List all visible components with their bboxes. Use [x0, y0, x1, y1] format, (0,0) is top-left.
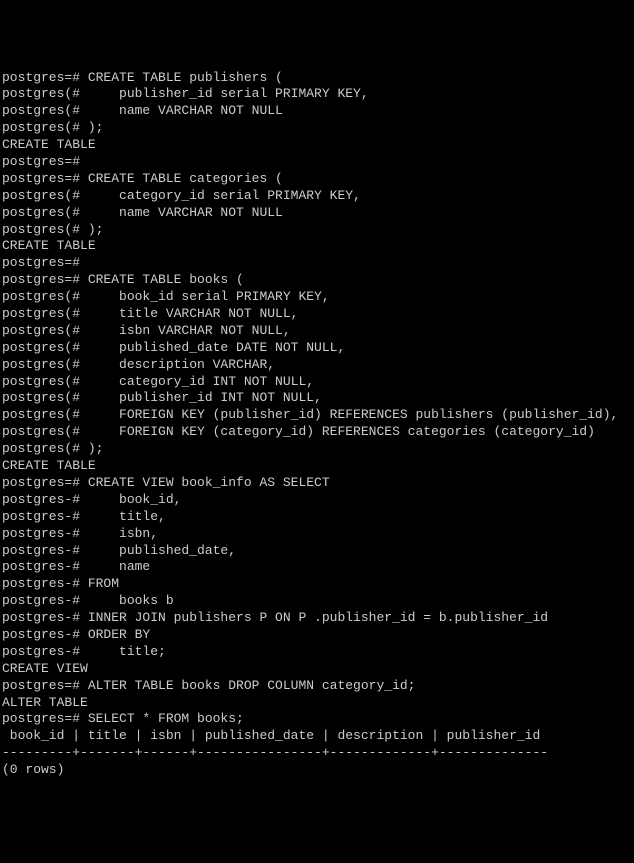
terminal-line: (0 rows)	[2, 762, 632, 779]
terminal-line: postgres=# ALTER TABLE books DROP COLUMN…	[2, 678, 632, 695]
terminal-line: postgres=# CREATE TABLE books (	[2, 272, 632, 289]
terminal-line: book_id | title | isbn | published_date …	[2, 728, 632, 745]
terminal-line: postgres(# name VARCHAR NOT NULL	[2, 205, 632, 222]
terminal-line: postgres=# CREATE TABLE publishers (	[2, 70, 632, 87]
terminal-line: postgres(# FOREIGN KEY (category_id) REF…	[2, 424, 632, 441]
terminal-line: postgres-# isbn,	[2, 526, 632, 543]
terminal-line: postgres=#	[2, 154, 632, 171]
terminal-line: postgres(# published_date DATE NOT NULL,	[2, 340, 632, 357]
terminal-line: postgres(# category_id serial PRIMARY KE…	[2, 188, 632, 205]
terminal-line: postgres-# FROM	[2, 576, 632, 593]
terminal-line: postgres(# publisher_id serial PRIMARY K…	[2, 86, 632, 103]
terminal-line: postgres(# FOREIGN KEY (publisher_id) RE…	[2, 407, 632, 424]
terminal-output[interactable]: postgres=# CREATE TABLE publishers (post…	[2, 70, 632, 779]
terminal-line: postgres(# title VARCHAR NOT NULL,	[2, 306, 632, 323]
terminal-line: ALTER TABLE	[2, 695, 632, 712]
terminal-line: postgres=# CREATE VIEW book_info AS SELE…	[2, 475, 632, 492]
terminal-line: postgres-# INNER JOIN publishers P ON P …	[2, 610, 632, 627]
terminal-line: CREATE VIEW	[2, 661, 632, 678]
terminal-line: postgres=# CREATE TABLE categories (	[2, 171, 632, 188]
terminal-line: postgres=# SELECT * FROM books;	[2, 711, 632, 728]
terminal-line: postgres-# books b	[2, 593, 632, 610]
terminal-line: postgres(# book_id serial PRIMARY KEY,	[2, 289, 632, 306]
terminal-line: CREATE TABLE	[2, 238, 632, 255]
terminal-line: postgres(# );	[2, 120, 632, 137]
terminal-line: postgres(# description VARCHAR,	[2, 357, 632, 374]
terminal-line: CREATE TABLE	[2, 458, 632, 475]
terminal-line: postgres=#	[2, 255, 632, 272]
terminal-line: postgres-# name	[2, 559, 632, 576]
terminal-line: postgres-# book_id,	[2, 492, 632, 509]
terminal-line: postgres-# ORDER BY	[2, 627, 632, 644]
terminal-line: ---------+-------+------+---------------…	[2, 745, 632, 762]
terminal-line: postgres-# title;	[2, 644, 632, 661]
terminal-line: postgres(# isbn VARCHAR NOT NULL,	[2, 323, 632, 340]
terminal-line: postgres(# );	[2, 222, 632, 239]
terminal-line: postgres-# title,	[2, 509, 632, 526]
terminal-line: postgres(# name VARCHAR NOT NULL	[2, 103, 632, 120]
terminal-line: postgres(# publisher_id INT NOT NULL,	[2, 390, 632, 407]
terminal-line: postgres-# published_date,	[2, 543, 632, 560]
terminal-line: postgres(# );	[2, 441, 632, 458]
terminal-line: postgres(# category_id INT NOT NULL,	[2, 374, 632, 391]
terminal-line: CREATE TABLE	[2, 137, 632, 154]
